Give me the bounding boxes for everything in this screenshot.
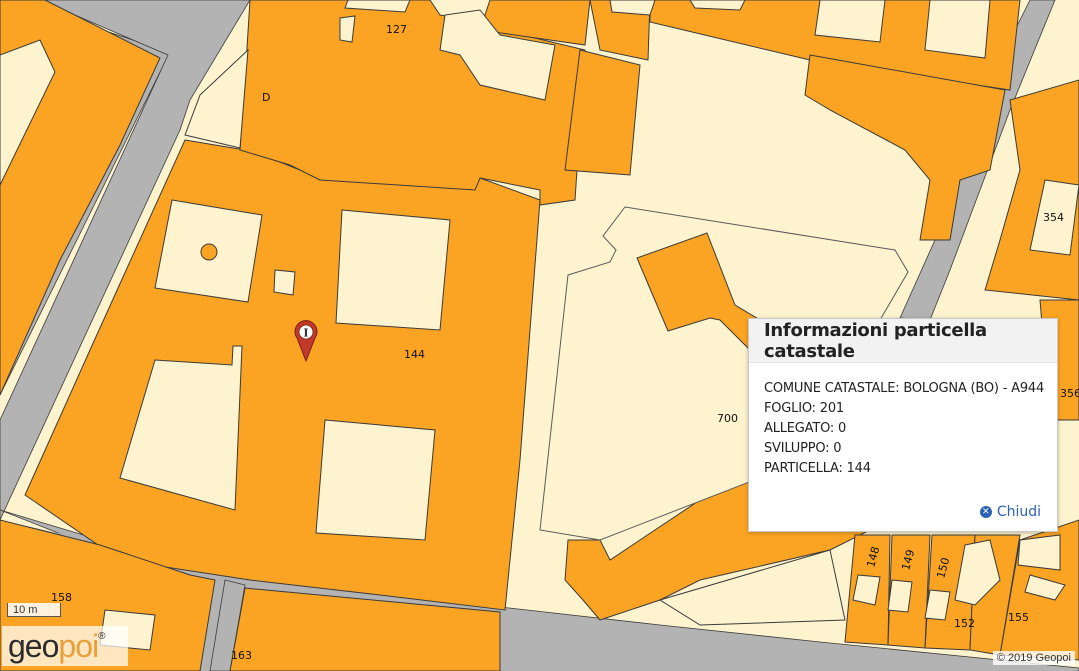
info-pin-letter: I [303, 327, 308, 340]
popup-line-allegato: ALLEGATO: 0 [764, 421, 847, 436]
parcel-label-700: 700 [717, 412, 738, 425]
close-circle-icon: ✕ [979, 506, 992, 518]
logo-text-dark: geo [8, 627, 59, 664]
courtyard-small [273, 269, 296, 296]
courtyard-nw-well [200, 243, 218, 261]
parcel-label-354: 354 [1043, 211, 1064, 224]
popup-line-sviluppo: SVILUPPO: 0 [764, 441, 842, 456]
parcel-label-152: 152 [954, 617, 975, 630]
popup-body: COMUNE CATASTALE: BOLOGNA (BO) - A944 FO… [749, 363, 1057, 479]
parcel-info-popup: Informazioni particella catastale COMUNE… [748, 318, 1058, 532]
courtyard-se [315, 419, 436, 541]
courtyard-north-c [339, 15, 356, 43]
courtyard-150 [924, 589, 951, 621]
close-button[interactable]: ✕ Chiudi [979, 504, 1041, 520]
parcel-label-163: 163 [231, 649, 252, 662]
courtyard-ne-a [814, 0, 886, 43]
parcel-label-155: 155 [1008, 611, 1029, 624]
parcel-label-356: 356 [1060, 387, 1079, 400]
scale-label: 10 m [13, 604, 38, 616]
cadastral-map[interactable]: 127 D 144 354 356 700 148 149 150 152 15… [0, 0, 1079, 671]
map-attribution: © 2019 Geopoi [992, 651, 1075, 665]
courtyard-ne-b [924, 0, 991, 59]
logo-text-light: poi [58, 627, 99, 664]
courtyard-north-e [609, 0, 656, 16]
courtyard-ne [335, 209, 451, 331]
popup-header: Informazioni particella catastale [749, 319, 1057, 363]
courtyard-149 [887, 579, 913, 613]
courtyard-155 [1017, 534, 1061, 571]
close-label: Chiudi [996, 504, 1041, 520]
parcel-label-d: D [262, 91, 270, 104]
popup-line-foglio: FOGLIO: 201 [764, 401, 844, 416]
scale-bar: 10 m [7, 603, 61, 617]
logo-registered: ® [98, 631, 106, 642]
info-pin-icon[interactable]: I [294, 320, 318, 362]
popup-line-comune: COMUNE CATASTALE: BOLOGNA (BO) - A944 [764, 381, 1045, 396]
popup-title: Informazioni particella catastale [764, 319, 987, 362]
popup-line-particella: PARTICELLA: 144 [764, 461, 871, 476]
parcel-label-127: 127 [386, 23, 407, 36]
parcel-label-144: 144 [404, 348, 425, 361]
geopoi-logo: geo poi ® [2, 626, 128, 666]
courtyard-ne-c [689, 0, 746, 11]
courtyard-148 [852, 574, 881, 606]
